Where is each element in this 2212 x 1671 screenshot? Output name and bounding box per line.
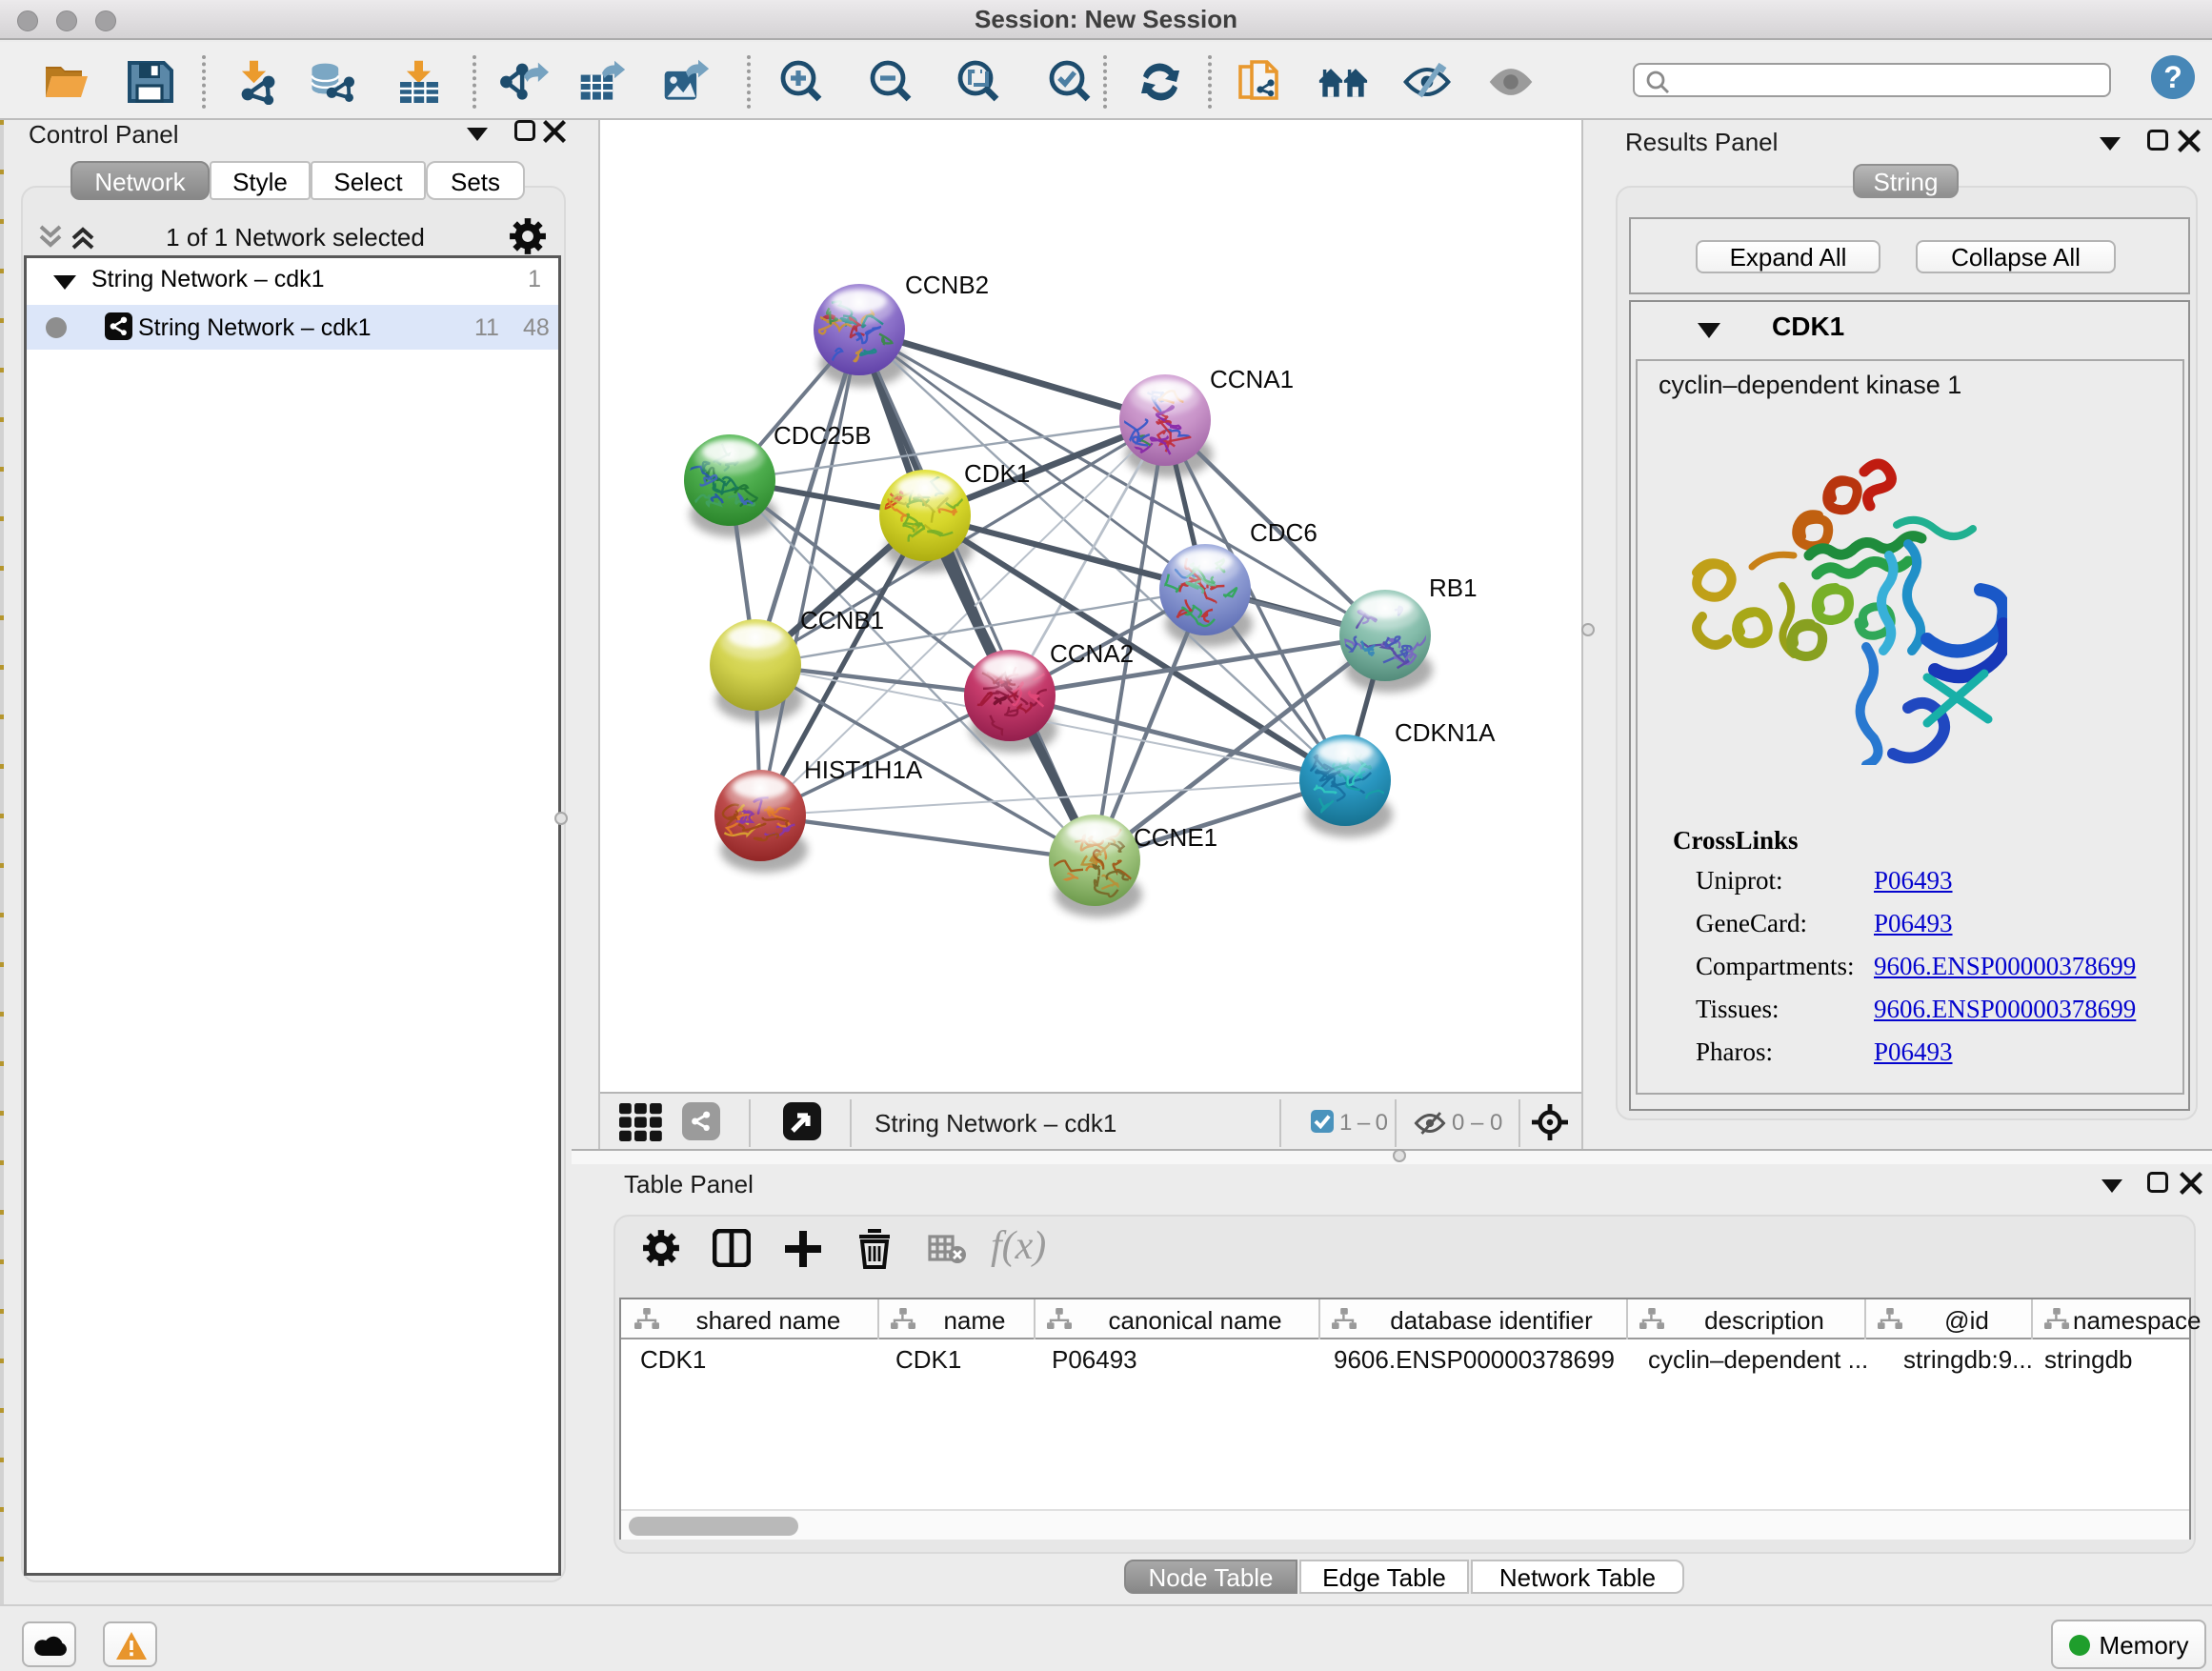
svg-text:HIST1H1A: HIST1H1A bbox=[804, 755, 923, 784]
svg-text:CDC6: CDC6 bbox=[1250, 518, 1317, 547]
svg-text:CDC25B: CDC25B bbox=[774, 421, 872, 450]
svg-text:CCNB1: CCNB1 bbox=[800, 606, 884, 634]
svg-text:CCNE1: CCNE1 bbox=[1134, 823, 1217, 852]
svg-text:CCNB2: CCNB2 bbox=[905, 271, 989, 299]
svg-text:CDK1: CDK1 bbox=[964, 459, 1030, 488]
svg-text:RB1: RB1 bbox=[1429, 574, 1478, 602]
svg-text:CDKN1A: CDKN1A bbox=[1395, 718, 1496, 747]
svg-text:CCNA2: CCNA2 bbox=[1050, 639, 1134, 668]
svg-text:CCNA1: CCNA1 bbox=[1210, 365, 1294, 393]
